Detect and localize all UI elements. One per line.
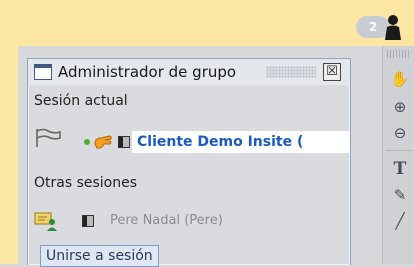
raise-hand-icon[interactable]: [93, 132, 113, 150]
window-icon: [34, 64, 52, 80]
window-titlebar[interactable]: Administrador de grupo ☒: [28, 59, 350, 85]
other-sessions-heading: Otras sesiones: [34, 175, 138, 191]
user-count-badge[interactable]: 2: [356, 14, 414, 40]
current-session-name[interactable]: Cliente Demo Insite (: [132, 131, 350, 153]
current-session-heading: Sesión actual: [34, 93, 128, 109]
pointer-hand-icon[interactable]: [34, 127, 62, 149]
screen-icon: [118, 136, 130, 148]
line-tool-icon[interactable]: ╱: [389, 210, 411, 232]
zoom-in-icon[interactable]: ⊕: [389, 96, 411, 118]
zoom-out-icon[interactable]: ⊖: [389, 122, 411, 144]
user-icon: [385, 15, 401, 40]
drawing-toolbar: ✋ ⊕ ⊖ T ✎ ╱: [382, 46, 414, 264]
window-title: Administrador de grupo: [58, 63, 237, 81]
top-yellow-bar: [0, 0, 414, 46]
toolbar-grip[interactable]: [387, 50, 411, 58]
screen-icon: [82, 215, 94, 227]
titlebar-grip: [266, 66, 316, 78]
pen-tool-icon[interactable]: ✎: [389, 184, 411, 206]
group-manager-window: Administrador de grupo ☒ Sesión actual C…: [27, 58, 351, 267]
status-dot-icon: [84, 139, 90, 145]
hand-tool-icon[interactable]: ✋: [389, 68, 411, 90]
other-session-name[interactable]: Pere Nadal (Pere): [110, 213, 223, 228]
text-tool-icon[interactable]: T: [389, 158, 411, 180]
toolbar-separator: [386, 150, 412, 151]
close-button[interactable]: ☒: [323, 63, 341, 81]
left-yellow-edge: [0, 0, 18, 264]
presenter-icon[interactable]: [34, 211, 58, 231]
